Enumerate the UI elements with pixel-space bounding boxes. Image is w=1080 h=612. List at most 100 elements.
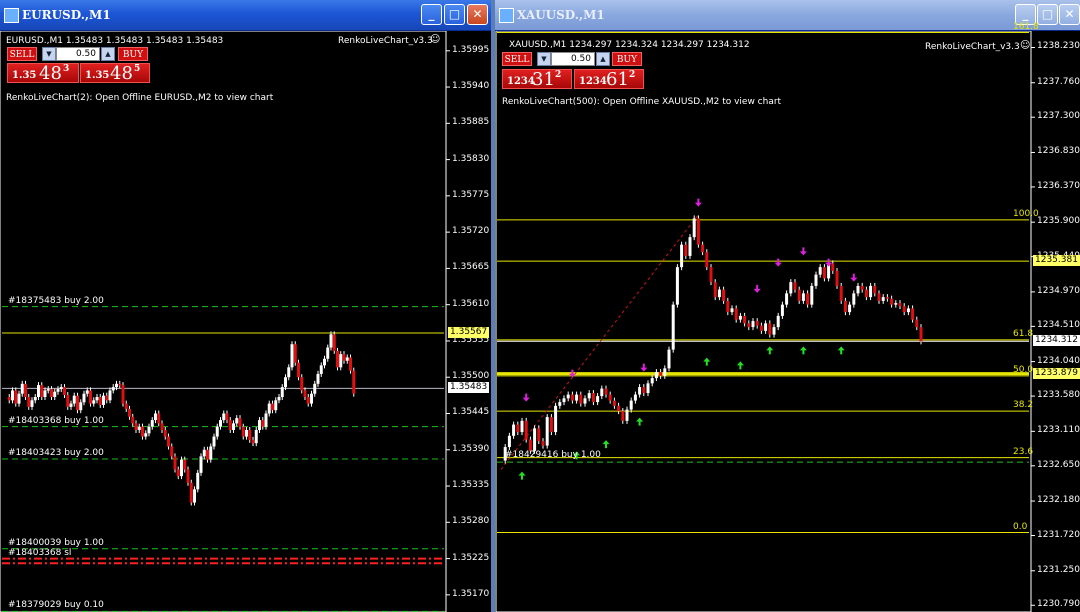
price-axis-label: 1.35610 [452, 298, 490, 309]
eurusd-title-bar[interactable]: EURUSD.,M1 _ □ ✕ [0, 0, 491, 31]
sell-arrow-icon [640, 363, 648, 372]
lot-down-arrow-icon[interactable]: ▼ [42, 47, 56, 61]
price-axis-label: 1.35720 [452, 226, 490, 237]
eurusd-price-chart[interactable] [0, 31, 491, 612]
xauusd-candle [713, 282, 717, 298]
order-label: #18403368 buy 1.00 [8, 415, 104, 426]
price-axis-label: 1235.900 [1037, 216, 1080, 227]
xauusd-candle [772, 327, 776, 335]
xauusd-candle [806, 293, 810, 305]
eurusd-candle [323, 358, 326, 366]
sell-button[interactable]: SELL [7, 47, 37, 61]
fibonacci-level-label: 161.8 [1013, 21, 1039, 32]
lot-size-input[interactable]: 0.50 [56, 47, 100, 61]
eurusd-candle [59, 387, 63, 390]
bid-price-button[interactable]: 1234 31 2 [502, 69, 572, 90]
maximize-button[interactable]: □ [1037, 4, 1058, 25]
plot-border [495, 31, 1032, 612]
eurusd-candle [352, 370, 356, 394]
buy-button[interactable]: BUY [612, 52, 642, 66]
ask-price-tag: 1234.312 [1033, 335, 1080, 347]
eurusd-candle [111, 387, 115, 391]
minimize-button[interactable]: _ [421, 4, 442, 25]
renko-message: RenkoLiveChart(2): Open Offline EURUSD.,… [6, 93, 274, 103]
xauusd-candle [831, 263, 835, 271]
eurusd-candle [238, 418, 242, 427]
eurusd-candle [72, 395, 76, 404]
eurusd-chart-area[interactable]: EURUSD.,M1 1.35483 1.35483 1.35483 1.354… [0, 31, 491, 612]
chart-window-icon [499, 8, 514, 23]
eurusd-candle [85, 390, 89, 394]
xauusd-candle [894, 303, 898, 305]
xauusd-candle [612, 400, 616, 406]
buy-arrow-icon [636, 417, 644, 426]
xauusd-candle [881, 297, 885, 301]
eurusd-chart-window[interactable]: EURUSD.,M1 _ □ ✕ EURUSD.,M1 1.35483 1.35… [0, 0, 491, 612]
fibonacci-level-label: 50.0 [1013, 364, 1034, 375]
price-axis-label: 1.35170 [452, 588, 490, 599]
xauusd-price-chart[interactable] [495, 31, 1080, 612]
price-axis-label: 1.35665 [452, 262, 490, 273]
price-axis-label: 1233.110 [1037, 425, 1080, 436]
bid-price-button[interactable]: 1.35 48 3 [7, 63, 79, 84]
ask-price-button[interactable]: 1234 61 2 [574, 69, 644, 90]
eurusd-candle [287, 367, 291, 378]
order-label: #18400039 buy 1.00 [8, 537, 104, 548]
eurusd-candle [306, 397, 310, 404]
eurusd-candle [141, 426, 144, 437]
xauusd-candle [852, 293, 856, 305]
xauusd-candle [743, 315, 747, 324]
lot-up-arrow-icon[interactable]: ▲ [596, 52, 610, 66]
eurusd-candle [154, 413, 157, 421]
eurusd-candle [342, 354, 346, 361]
xauusd-candle [617, 405, 621, 412]
lot-down-arrow-icon[interactable]: ▼ [537, 52, 551, 66]
xauusd-candle [730, 308, 734, 313]
lot-size-input[interactable]: 0.50 [551, 52, 595, 66]
indicator-name: RenkoLiveChart_v3.3 [338, 36, 433, 46]
buy-arrow-icon [602, 440, 610, 449]
eurusd-candle [225, 413, 229, 421]
xauusd-candle [915, 319, 919, 328]
eurusd-candle [37, 385, 40, 398]
xauusd-candle [591, 393, 595, 403]
fibonacci-level-label: 23.6 [1013, 446, 1034, 457]
eurusd-candle [108, 390, 112, 401]
eurusd-candle [134, 423, 138, 430]
xauusd-chart-area[interactable]: XAUUSD.,M1 1234.297 1234.324 1234.297 12… [495, 22, 1080, 612]
bid-price-tag: 1235.381 [1033, 255, 1080, 267]
eurusd-candle [293, 344, 297, 363]
maximize-button[interactable]: □ [444, 4, 465, 25]
order-label: #18403368 sl [8, 547, 72, 558]
xauusd-candle [839, 285, 843, 301]
close-button[interactable]: ✕ [1059, 4, 1080, 25]
sell-button[interactable]: SELL [502, 52, 532, 66]
xauusd-chart-window[interactable]: XAUUSD.,M1 _ □ ✕ XAUUSD.,M1 1234.297 123… [495, 0, 1080, 612]
xauusd-candle [890, 298, 894, 305]
eurusd-candle [53, 391, 57, 398]
eurusd-candle [173, 456, 177, 470]
lot-up-arrow-icon[interactable]: ▲ [101, 47, 115, 61]
xauusd-candle [797, 289, 801, 301]
fibonacci-price-tag: 1233.879 [1033, 367, 1080, 379]
xauusd-candle [768, 323, 772, 335]
eurusd-candle [163, 429, 167, 437]
smiley-icon: ☺ [1020, 40, 1031, 51]
eurusd-candle [115, 383, 118, 388]
xauusd-title-bar[interactable]: XAUUSD.,M1 _ □ ✕ [495, 0, 1080, 31]
ask-price-button[interactable]: 1.35 48 5 [80, 63, 150, 84]
eurusd-candle [66, 395, 70, 407]
close-button[interactable]: ✕ [467, 4, 488, 25]
eurusd-candle [33, 397, 37, 401]
sell-arrow-icon [753, 284, 761, 293]
eurusd-candle [303, 390, 307, 398]
chart-info-line: EURUSD.,M1 1.35483 1.35483 1.35483 1.354… [6, 36, 224, 46]
eurusd-candle [297, 362, 300, 378]
renko-message: RenkoLiveChart(500): Open Offline XAUUSD… [502, 97, 782, 107]
xauusd-candle [608, 394, 612, 401]
eurusd-candle [82, 393, 86, 403]
buy-button[interactable]: BUY [118, 47, 148, 61]
smiley-icon: ☺ [430, 34, 441, 45]
xauusd-candle [516, 424, 520, 433]
eurusd-candle [232, 423, 235, 430]
